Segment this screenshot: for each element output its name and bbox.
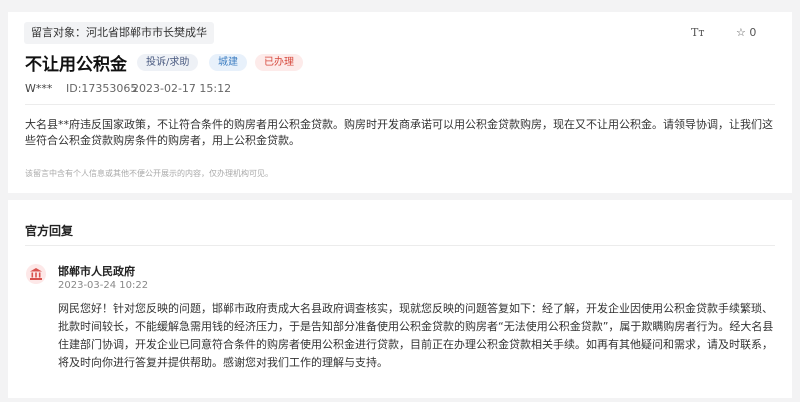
like-button[interactable]: ☆ 0 <box>736 26 756 39</box>
message-content: 大名县**府违反国家政策，不让符合条件的购房者用公积金贷款。购房时开发商承诺可以… <box>25 118 773 147</box>
star-icon: ☆ <box>736 26 746 39</box>
divider <box>25 104 775 105</box>
like-count: 0 <box>749 26 757 39</box>
status-badge: 已办理 <box>255 54 303 71</box>
font-size-icon[interactable]: Tт <box>691 26 704 39</box>
category-badge: 投诉/求助 <box>137 54 199 71</box>
reply-org-name: 邯郸市人民政府 <box>58 265 135 278</box>
divider <box>25 245 775 246</box>
government-building-icon <box>26 264 46 284</box>
message-target-tag: 留言对象：河北省邯郸市市长樊成华 <box>24 22 214 44</box>
privacy-notice: 该留言中含有个人信息或其他不便公开展示的内容，仅办理机构可见。 <box>25 169 273 178</box>
message-time: 2023-02-17 15:12 <box>132 82 232 95</box>
message-id: ID:17353065 <box>66 82 138 95</box>
author-name: W*** <box>25 82 53 95</box>
message-card: 留言对象：河北省邯郸市市长樊成华 Tт ☆ 0 不让用公积金 投诉/求助 城建 … <box>8 12 792 193</box>
department-badge: 城建 <box>209 54 247 71</box>
official-reply-card: 官方回复 邯郸市人民政府 2023-03-24 10:22 网民您好！针对您反映… <box>8 200 792 398</box>
reply-content: 网民您好！针对您反映的问题，邯郸市政府责成大名县政府调查核实，现就您反映的问题答… <box>58 302 774 369</box>
message-title: 不让用公积金 <box>25 55 127 75</box>
reply-time: 2023-03-24 10:22 <box>58 280 149 291</box>
reply-section-title: 官方回复 <box>25 224 74 238</box>
